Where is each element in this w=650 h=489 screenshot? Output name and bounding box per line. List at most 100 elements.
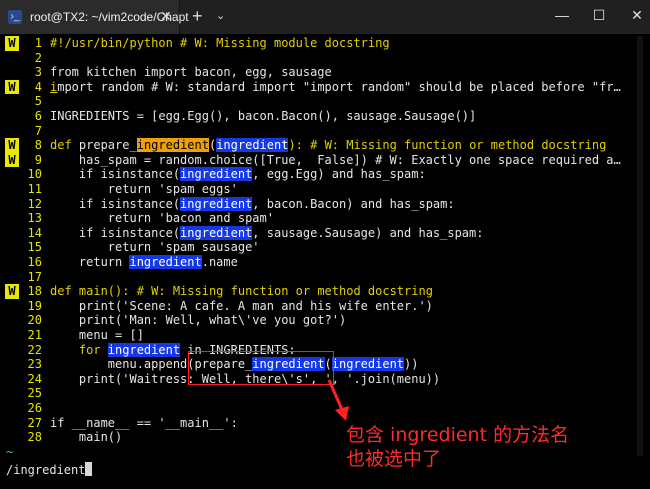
code-line: 13 return 'bacon and spam' xyxy=(0,211,636,226)
line-number: 6 xyxy=(34,109,42,123)
line-number: 5 xyxy=(34,94,42,109)
search-match: ingredient xyxy=(180,225,253,240)
search-match: ingredient xyxy=(216,138,289,153)
code-line: 11 return 'spam eggs' xyxy=(0,182,636,197)
line-number: 26 xyxy=(27,401,42,415)
code-token: if isinstance( xyxy=(50,196,181,211)
annotation-line: 包含 ingredient 的方法名 xyxy=(346,424,570,446)
minimize-button[interactable]: — xyxy=(552,7,572,23)
search-match: ingredient xyxy=(180,196,253,211)
line-number: 16 xyxy=(27,255,42,269)
code-token: if isinstance( xyxy=(50,225,181,240)
scrollbar[interactable] xyxy=(637,36,643,456)
warning-sign: W xyxy=(5,79,19,95)
code-text: return 'spam eggs' xyxy=(50,182,238,196)
code-line: 20 print('Man: Well, what\'ve you got?') xyxy=(0,313,636,328)
code-text: import random # W: standard import "impo… xyxy=(50,80,634,95)
red-arrow-icon xyxy=(327,379,349,421)
code-text: if isinstance(ingredient, sausage.Sausag… xyxy=(50,225,634,241)
maximize-button[interactable]: ☐ xyxy=(589,7,609,24)
line-number: 17 xyxy=(27,269,42,284)
code-line: 25 xyxy=(0,386,636,401)
code-token: main(): # W: Missing function or method … xyxy=(71,284,433,299)
line-number: 10 xyxy=(27,167,42,182)
code-line: 17 xyxy=(0,270,636,285)
code-text: return ingredient.name xyxy=(50,255,634,270)
code-line: 21 menu = [] xyxy=(0,328,636,343)
close-window-button[interactable]: ✕ xyxy=(627,7,647,24)
line-number: 13 xyxy=(27,211,42,226)
line-number: 23 xyxy=(27,357,42,372)
code-line: 15 return 'spam sausage' xyxy=(0,240,636,255)
line-number: 2 xyxy=(34,50,42,65)
annotation-line: 也被选中了 xyxy=(346,448,442,470)
code-line: W 18 def main(): # W: Missing function o… xyxy=(0,284,636,299)
line-number: 22 xyxy=(27,342,42,357)
code-text: if isinstance(ingredient, bacon.Bacon) a… xyxy=(50,196,634,212)
line-number: 11 xyxy=(27,182,42,196)
line-number: 21 xyxy=(27,328,42,342)
warning-sign: W xyxy=(5,284,19,299)
code-token: , bacon.Bacon) and has_spam: xyxy=(252,196,455,211)
code-token: ): # W: Missing function or method docst… xyxy=(288,138,607,153)
code-text: return 'spam sausage' xyxy=(50,240,260,255)
code-token: prepare_ xyxy=(71,138,137,153)
code-line: 12 if isinstance(ingredient, bacon.Bacon… xyxy=(0,196,636,212)
code-text: return 'bacon and spam' xyxy=(50,211,274,226)
line-number: 1 xyxy=(34,36,42,50)
code-line: 26 xyxy=(0,401,636,416)
line-number: 14 xyxy=(27,225,42,240)
warning-sign: W xyxy=(5,36,19,51)
code-text: def main(): # W: Missing function or met… xyxy=(50,284,634,299)
tab-close-icon[interactable]: ✕ xyxy=(160,8,172,25)
powershell-icon: ›_ xyxy=(8,10,22,24)
line-number: 15 xyxy=(27,240,42,255)
code-line: 7 xyxy=(0,124,636,139)
code-text: print('Scene: A cafe. A man and his wife… xyxy=(50,298,433,313)
code-text: for ingredient in INGREDIENTS: xyxy=(50,342,634,358)
code-token: def xyxy=(50,284,72,299)
code-text: menu = [] xyxy=(50,328,144,342)
text-cursor xyxy=(85,462,93,476)
search-match: ingredient xyxy=(331,357,405,372)
title-bar: ›_ root@TX2: ~/vim2code/Chapt ✕ + ⌄ — ☐ … xyxy=(0,0,650,34)
code-text: menu.append(prepare_ingredient(ingredien… xyxy=(50,357,634,372)
code-line: 16 return ingredient.name xyxy=(0,255,636,270)
code-line: W 8 def prepare_ingredient(ingredient): … xyxy=(0,138,636,153)
code-text: def prepare_ingredient(ingredient): # W:… xyxy=(50,138,634,153)
search-match: ingredient xyxy=(129,255,202,269)
code-token: , sausage.Sausage) and has_spam: xyxy=(252,225,484,240)
code-line: 14 if isinstance(ingredient, sausage.Sau… xyxy=(0,225,636,241)
code-line: W 4 import random # W: standard import "… xyxy=(0,79,636,95)
code-text: #!/usr/bin/python # W: Missing module do… xyxy=(50,36,390,50)
search-match: ingredient xyxy=(180,167,253,182)
vim-command-line[interactable]: /ingredient xyxy=(6,462,93,477)
code-token: return xyxy=(50,255,130,269)
code-line: 3 from kitchen import bacon, egg, sausag… xyxy=(0,65,636,80)
search-command: /ingredient xyxy=(6,463,86,477)
code-line: W 1 #!/usr/bin/python # W: Missing modul… xyxy=(0,36,636,51)
code-text: from kitchen import bacon, egg, sausage xyxy=(50,65,332,80)
line-number: 8 xyxy=(34,138,42,153)
tab-dropdown-icon[interactable]: ⌄ xyxy=(216,9,225,22)
line-number: 27 xyxy=(27,415,42,430)
code-token: if isinstance( xyxy=(50,167,181,182)
code-line: 5 xyxy=(0,94,636,109)
code-token: def xyxy=(50,138,72,153)
code-token: for xyxy=(50,342,108,357)
warning-sign: W xyxy=(5,152,19,168)
line-number: 19 xyxy=(27,298,42,313)
code-line: 6 INGREDIENTS = [egg.Egg(), bacon.Bacon(… xyxy=(0,109,636,124)
code-line: W 9 has_spam = random.choice([True, Fals… xyxy=(0,152,636,168)
line-number: 9 xyxy=(34,152,42,167)
code-line: 10 if isinstance(ingredient, egg.Egg) an… xyxy=(0,167,636,182)
code-text: print('Man: Well, what\'ve you got?') xyxy=(50,313,347,328)
search-match: ingredient xyxy=(107,342,181,357)
line-number: 24 xyxy=(27,371,42,386)
line-number: 12 xyxy=(27,196,42,211)
new-tab-button[interactable]: + xyxy=(192,6,203,27)
terminal-tab[interactable]: ›_ root@TX2: ~/vim2code/Chapt ✕ xyxy=(0,0,189,34)
code-line: 19 print('Scene: A cafe. A man and his w… xyxy=(0,299,636,314)
code-text: if isinstance(ingredient, egg.Egg) and h… xyxy=(50,167,634,182)
line-number: 18 xyxy=(27,284,42,299)
